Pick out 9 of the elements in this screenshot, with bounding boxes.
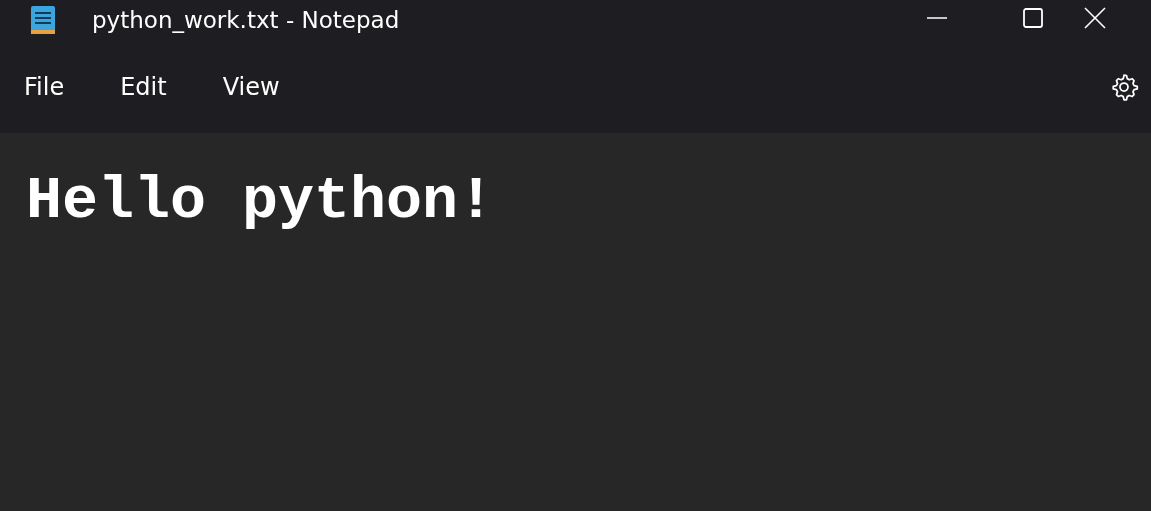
document-text[interactable]: Hello python! <box>26 161 1151 241</box>
maximize-icon[interactable] <box>1023 8 1043 28</box>
menu-item[interactable]: Edit <box>104 64 183 109</box>
menu-item[interactable]: View <box>206 64 296 109</box>
window-title: python_work.txt - Notepad <box>92 7 400 33</box>
notepad-icon <box>30 4 56 36</box>
menu-item[interactable]: File <box>8 64 81 109</box>
close-icon[interactable] <box>1084 7 1106 29</box>
settings-icon[interactable] <box>1109 71 1139 102</box>
